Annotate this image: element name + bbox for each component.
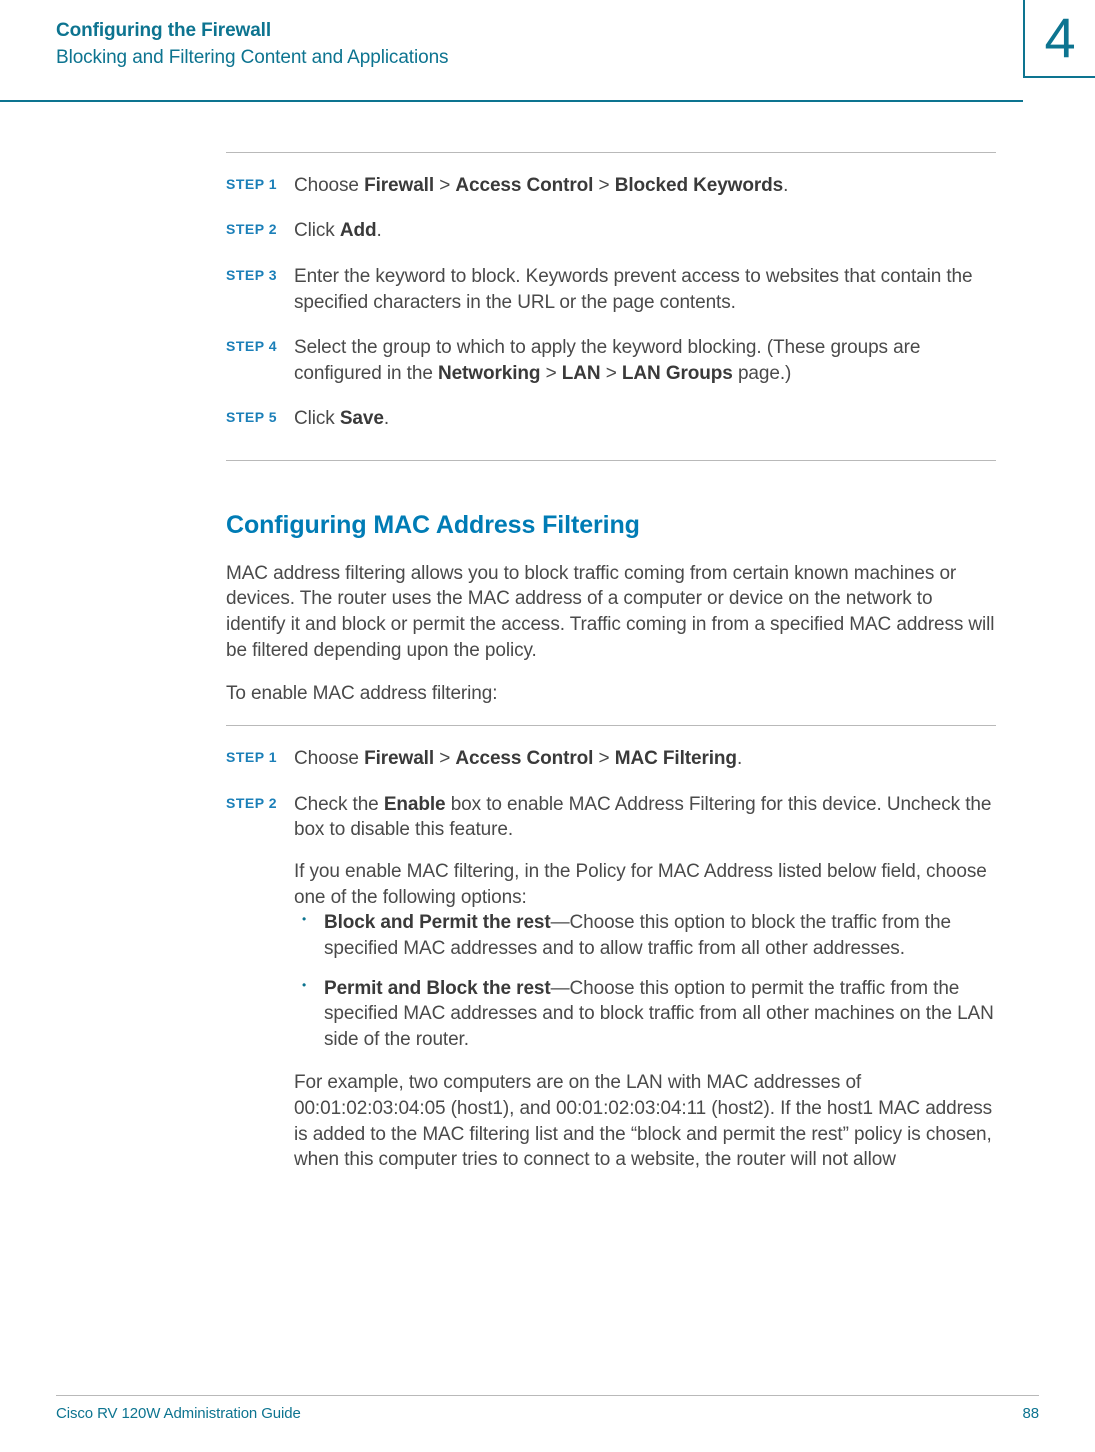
step-body: Enter the keyword to block. Keywords pre… <box>294 264 996 315</box>
step-body: Check the Enable box to enable MAC Addre… <box>294 792 996 1173</box>
step-body: Choose Firewall > Access Control > MAC F… <box>294 746 996 772</box>
option-list: Block and Permit the rest—Choose this op… <box>294 910 996 1052</box>
divider <box>226 152 996 153</box>
step-label: STEP 2 <box>226 792 294 813</box>
step-label: STEP 3 <box>226 264 294 285</box>
header-subtitle: Blocking and Filtering Content and Appli… <box>56 47 1039 70</box>
step-label: STEP 1 <box>226 746 294 767</box>
step-label: STEP 1 <box>226 173 294 194</box>
option-item: Permit and Block the rest—Choose this op… <box>324 976 996 1053</box>
intro-paragraph: To enable MAC address filtering: <box>226 681 996 707</box>
step-label: STEP 2 <box>226 218 294 239</box>
intro-paragraph: MAC address filtering allows you to bloc… <box>226 561 996 664</box>
step-row: STEP 2Check the Enable box to enable MAC… <box>226 792 996 1173</box>
step-row: STEP 1Choose Firewall > Access Control >… <box>226 746 996 772</box>
step-body: Click Add. <box>294 218 996 244</box>
footer-page-number: 88 <box>1023 1404 1040 1424</box>
step-body: Choose Firewall > Access Control > Block… <box>294 173 996 199</box>
step-row: STEP 1Choose Firewall > Access Control >… <box>226 173 996 199</box>
step-row: STEP 5Click Save. <box>226 406 996 432</box>
step-text: Check the Enable box to enable MAC Addre… <box>294 792 996 843</box>
chapter-number: 4 <box>1044 10 1075 66</box>
step-text: Choose Firewall > Access Control > Block… <box>294 173 996 199</box>
step-text: Select the group to which to apply the k… <box>294 335 996 386</box>
page: Configuring the Firewall Blocking and Fi… <box>0 0 1095 1452</box>
steps-mac-filtering: STEP 1Choose Firewall > Access Control >… <box>226 746 996 1173</box>
step-text: Click Add. <box>294 218 996 244</box>
divider <box>226 460 996 461</box>
footer-guide-name: Cisco RV 120W Administration Guide <box>56 1404 301 1424</box>
footer-rule <box>56 1395 1039 1396</box>
page-footer: Cisco RV 120W Administration Guide 88 <box>56 1404 1039 1424</box>
section-intro: MAC address filtering allows you to bloc… <box>226 561 996 707</box>
option-item: Block and Permit the rest—Choose this op… <box>324 910 996 961</box>
section-heading-mac-filtering: Configuring MAC Address Filtering <box>226 509 996 543</box>
step-text: Enter the keyword to block. Keywords pre… <box>294 264 996 315</box>
step-text: Choose Firewall > Access Control > MAC F… <box>294 746 996 772</box>
step-body: Click Save. <box>294 406 996 432</box>
step-row: STEP 4Select the group to which to apply… <box>226 335 996 386</box>
divider <box>226 725 996 726</box>
page-header: Configuring the Firewall Blocking and Fi… <box>56 20 1039 82</box>
step-body: Select the group to which to apply the k… <box>294 335 996 386</box>
step-text: For example, two computers are on the LA… <box>294 1070 996 1173</box>
step-label: STEP 4 <box>226 335 294 356</box>
step-row: STEP 2Click Add. <box>226 218 996 244</box>
header-title: Configuring the Firewall <box>56 20 1039 43</box>
main-content: STEP 1Choose Firewall > Access Control >… <box>226 152 996 1173</box>
step-label: STEP 5 <box>226 406 294 427</box>
step-row: STEP 3Enter the keyword to block. Keywor… <box>226 264 996 315</box>
step-text: If you enable MAC filtering, in the Poli… <box>294 859 996 910</box>
header-rule <box>0 100 1023 102</box>
chapter-badge: 4 <box>1023 0 1095 78</box>
steps-blocked-keywords: STEP 1Choose Firewall > Access Control >… <box>226 173 996 432</box>
step-text: Click Save. <box>294 406 996 432</box>
